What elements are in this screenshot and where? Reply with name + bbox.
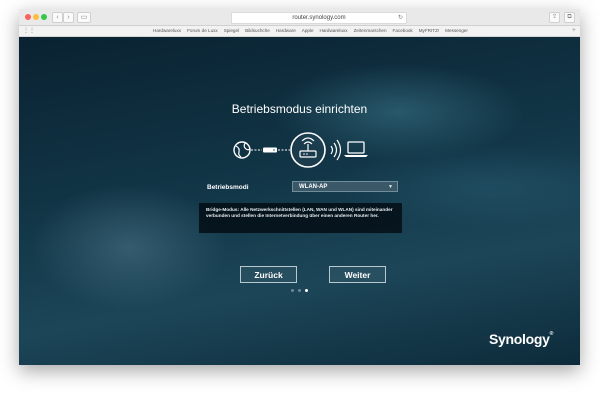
wireless-signal-icon xyxy=(330,139,342,161)
bookmark-item[interactable]: Hardware xyxy=(276,26,296,36)
bookmarks-bar: ⋮⋮ Hardwareluxx Forum de Luxx Spiegel Bilds… xyxy=(19,26,580,37)
tabs-overview-icon[interactable]: ⧉ xyxy=(564,12,575,23)
chevron-down-icon: ▼ xyxy=(388,184,393,190)
bookmark-item[interactable]: Hardwareluxx xyxy=(320,26,348,36)
browser-window: ‹ › ▭ router.synology.com ↻ ⇪ ⧉ ⋮⋮ Hardw… xyxy=(19,9,580,365)
network-topology-diagram xyxy=(233,132,368,168)
address-bar[interactable]: router.synology.com ↻ xyxy=(231,12,407,24)
forward-arrow-icon[interactable]: › xyxy=(63,12,74,23)
back-button[interactable]: Zurück xyxy=(240,266,297,283)
step-indicator xyxy=(291,289,308,292)
window-maximize-button[interactable] xyxy=(41,14,47,20)
bookmark-item[interactable]: Facebook xyxy=(393,26,413,36)
share-icon[interactable]: ⇪ xyxy=(549,12,560,23)
bookmark-item[interactable]: MyFRITZ! xyxy=(419,26,439,36)
laptop-icon xyxy=(344,141,368,157)
brand-name: Synology xyxy=(489,331,550,347)
window-close-button[interactable] xyxy=(25,14,31,20)
page-title: Betriebsmodus einrichten xyxy=(231,102,368,116)
back-arrow-icon[interactable]: ‹ xyxy=(52,12,63,23)
bookmark-list: Hardwareluxx Forum de Luxx Spiegel Bildsuch… xyxy=(153,26,468,36)
top-sites-grid-icon[interactable]: ⋮⋮ xyxy=(23,27,35,35)
wifi-router-icon xyxy=(290,132,326,168)
address-url: router.synology.com xyxy=(292,15,346,21)
step-dot xyxy=(305,289,308,292)
window-minimize-button[interactable] xyxy=(33,14,39,20)
browser-titlebar: ‹ › ▭ router.synology.com ↻ ⇪ ⧉ xyxy=(19,9,580,26)
bookmark-item[interactable]: Forum de Luxx xyxy=(187,26,218,36)
operation-mode-label: Betriebsmodi xyxy=(207,184,249,191)
operation-mode-value: WLAN-AP xyxy=(299,184,328,190)
reload-icon[interactable]: ↻ xyxy=(398,13,403,23)
bookmark-item[interactable]: Bildsuchche xyxy=(245,26,270,36)
mode-description-box: Bridge-Modus: Alle Netzwerkschnittstelle… xyxy=(199,203,402,233)
bookmark-item[interactable]: Spiegel xyxy=(224,26,239,36)
new-tab-plus-icon[interactable]: + xyxy=(572,26,576,36)
bookmark-item[interactable]: Hardwareluxx xyxy=(153,26,181,36)
brand-mark: ® xyxy=(549,331,554,337)
step-dot xyxy=(291,289,294,292)
step-dot xyxy=(298,289,301,292)
next-button[interactable]: Weiter xyxy=(329,266,386,283)
sidebar-toggle-icon[interactable]: ▭ xyxy=(77,12,91,23)
bookmark-item[interactable]: Zeitenmarschen xyxy=(354,26,387,36)
bookmark-item[interactable]: Messenger xyxy=(445,26,468,36)
setup-wizard-page: Betriebsmodus einrichten Betriebsmodi WL… xyxy=(19,37,580,365)
bookmark-item[interactable]: Apple xyxy=(302,26,314,36)
operation-mode-select[interactable]: WLAN-AP ▼ xyxy=(292,181,398,192)
modem-icon xyxy=(263,147,277,153)
globe-icon xyxy=(233,141,251,159)
synology-logo: Synology® xyxy=(489,331,553,347)
